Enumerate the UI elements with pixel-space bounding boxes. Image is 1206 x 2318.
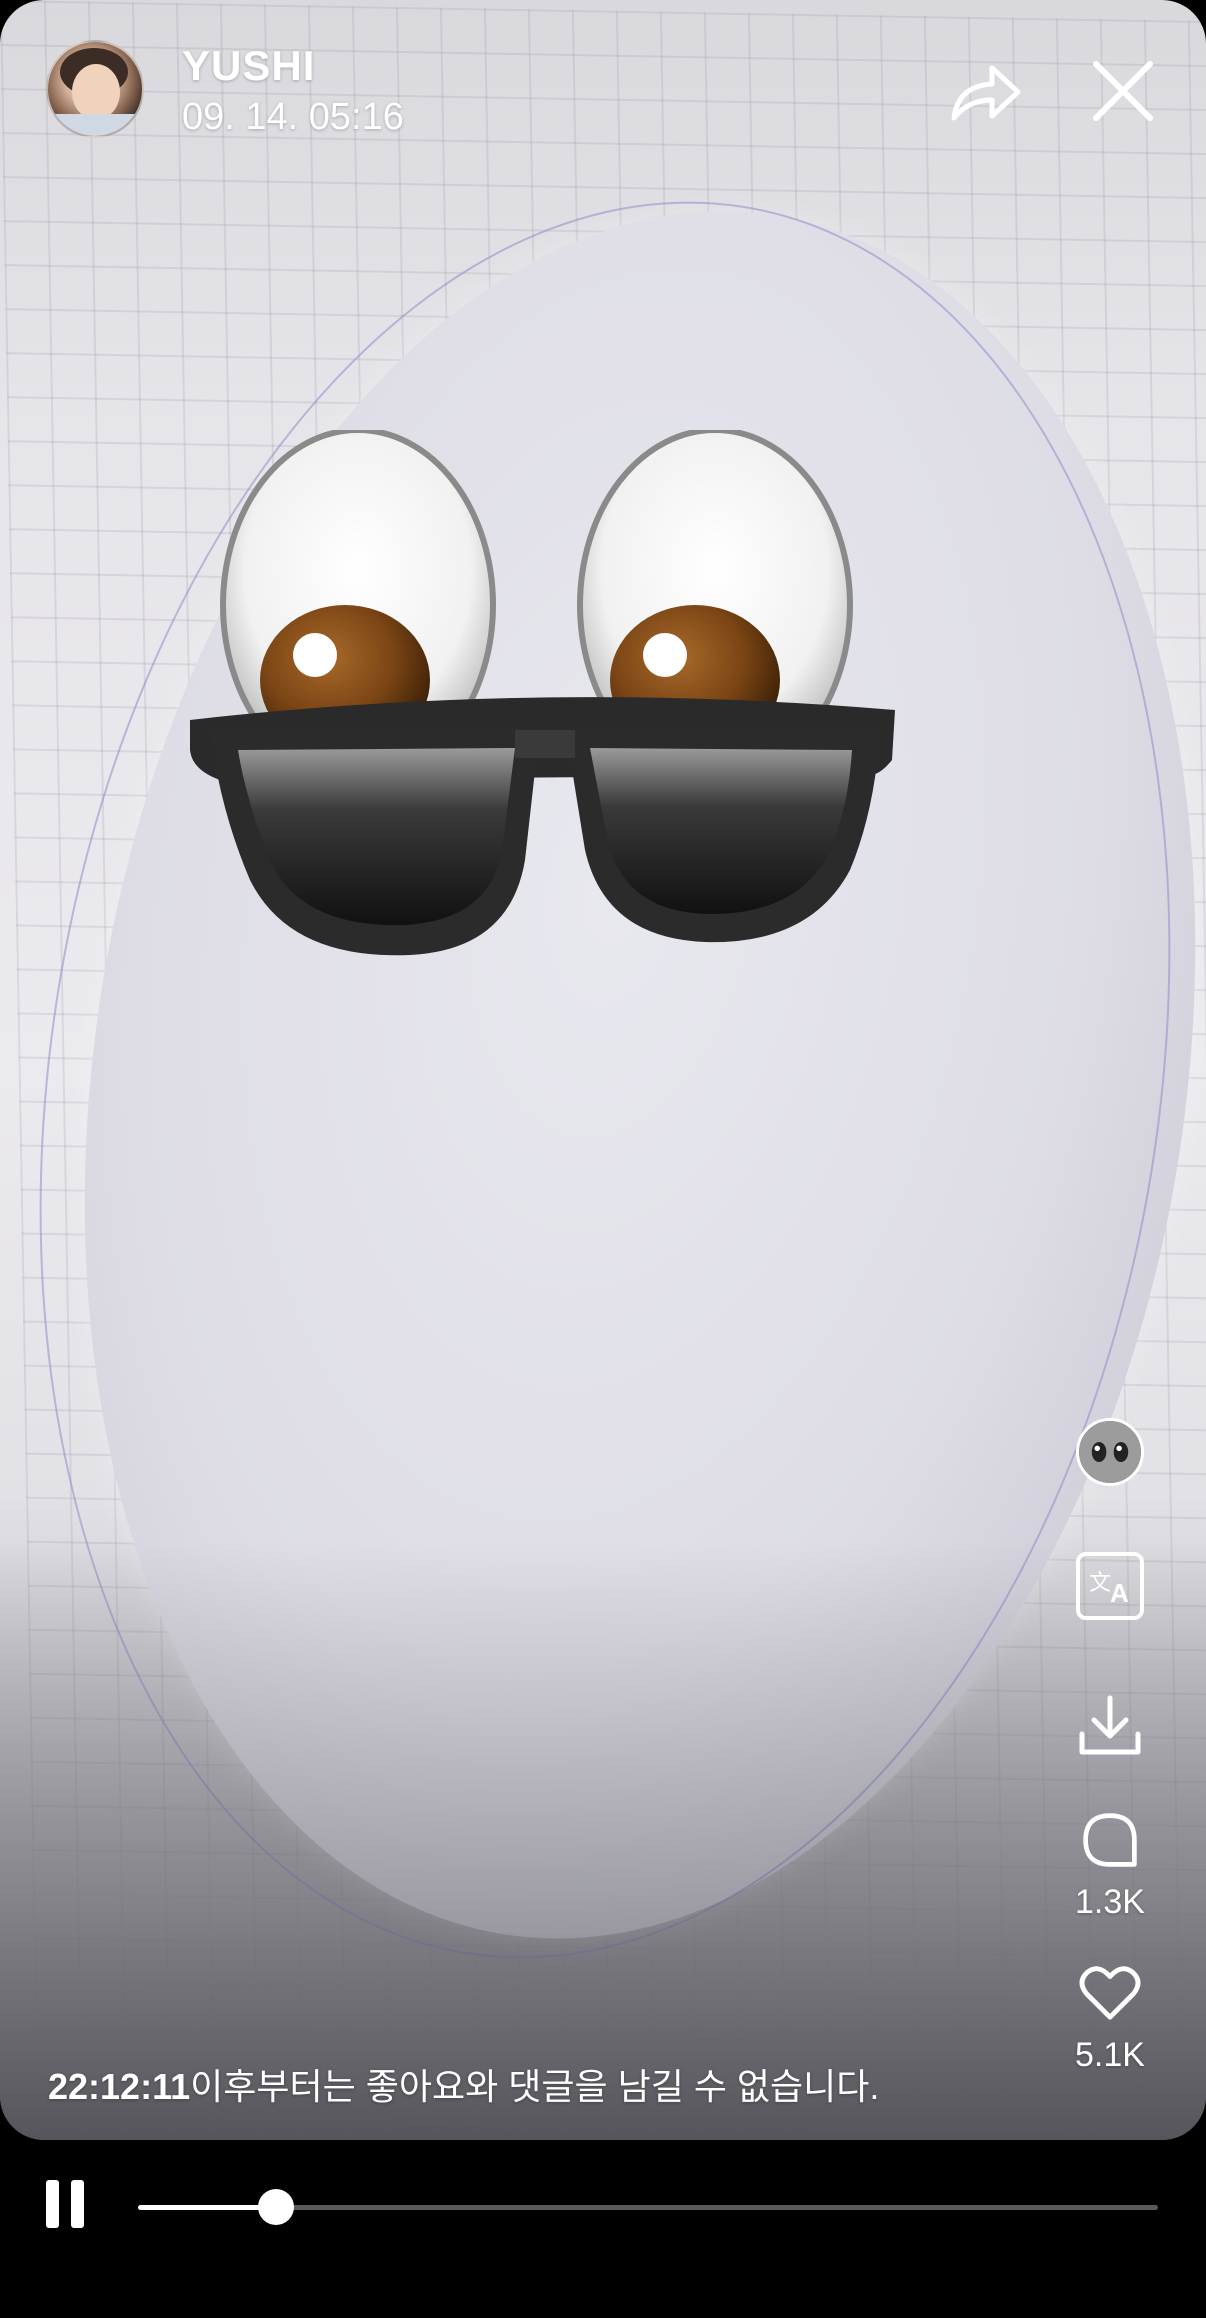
pause-icon[interactable] — [46, 2180, 86, 2230]
svg-text:A: A — [1110, 1578, 1129, 1608]
download-icon[interactable] — [1074, 1690, 1146, 1762]
bottom-gradient — [0, 1540, 1206, 2140]
progress-track[interactable] — [138, 2189, 1158, 2225]
user-avatar[interactable] — [46, 40, 144, 138]
share-arrow-icon[interactable] — [948, 58, 1024, 126]
player-controls — [0, 2140, 1206, 2318]
mini-avatar[interactable] — [1076, 1418, 1144, 1486]
like-button[interactable]: 5.1K — [1070, 1965, 1150, 2075]
top-bar: YUSHI 09. 14. 05:16 — [0, 0, 1206, 150]
heart-icon — [1079, 1966, 1141, 2020]
svg-text:文: 文 — [1089, 1571, 1111, 1596]
deadline-time: 22:12:11 — [48, 2066, 191, 2107]
progress-thumb[interactable] — [257, 2189, 294, 2225]
translate-icon[interactable]: 文 A — [1074, 1550, 1146, 1622]
comment-bubble-icon — [1083, 1813, 1137, 1867]
comment-button[interactable]: 1.3K — [1070, 1810, 1150, 1922]
comment-count: 1.3K — [1075, 1883, 1145, 1921]
notice-message: 이후부터는 좋아요와 댓글을 남길 수 없습니다. — [190, 2066, 880, 2107]
story-viewer[interactable]: YUSHI 09. 14. 05:16 文 A 1.3K 5.1K 22:12:… — [0, 0, 1206, 2140]
post-timestamp: 09. 14. 05:16 — [182, 96, 404, 138]
like-count: 5.1K — [1075, 2036, 1145, 2074]
username[interactable]: YUSHI — [182, 42, 315, 90]
progress-fill — [138, 2205, 276, 2210]
sunglasses-eyes-icon — [190, 430, 895, 956]
close-icon[interactable] — [1090, 58, 1156, 124]
interaction-deadline-notice: 22:12:11이후부터는 좋아요와 댓글을 남길 수 없습니다. — [48, 2058, 879, 2110]
